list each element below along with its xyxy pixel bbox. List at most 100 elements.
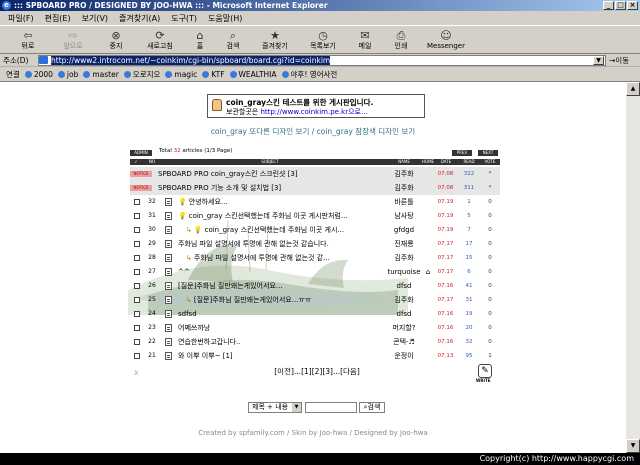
- stop-button[interactable]: ⊗ 중지: [96, 26, 136, 53]
- row-checkbox[interactable]: [134, 269, 140, 275]
- row-subject[interactable]: SPBOARD PRO coin_gray스킨 스크린샷 [3]: [158, 167, 380, 181]
- home-button[interactable]: ⌂ 홈: [184, 26, 216, 53]
- next-button[interactable]: NEXT: [478, 150, 498, 156]
- table-row[interactable]: 25 ↳ [질문]주화님 질만왜는게있어서요...ㅠㅠ 김주화 07.17 31 0: [130, 293, 500, 307]
- row-checkbox[interactable]: [134, 213, 140, 219]
- row-subject[interactable]: SPBOARD PRO 기능 소개 및 설치법 [3]: [158, 181, 380, 195]
- print-button[interactable]: ⎙ 인쇄: [384, 26, 418, 53]
- pager-page-2[interactable]: [2]: [312, 367, 323, 376]
- row-checkbox[interactable]: [134, 283, 140, 289]
- go-button[interactable]: →이동: [609, 55, 629, 66]
- row-subject[interactable]: 💡 안녕하세요...: [178, 195, 380, 209]
- row-author[interactable]: 김주화: [380, 251, 428, 265]
- row-subject[interactable]: ↳ [질문]주화님 질만왜는게있어서요...ㅠㅠ: [186, 293, 380, 307]
- row-author[interactable]: turquoise: [380, 265, 428, 279]
- row-author[interactable]: gfdgd: [380, 223, 428, 237]
- row-author[interactable]: 운정이: [380, 349, 428, 363]
- row-checkbox[interactable]: [134, 241, 140, 247]
- pager-page-3[interactable]: [3]: [322, 367, 333, 376]
- pager-next[interactable]: ...[다음]: [333, 367, 360, 376]
- menu-item[interactable]: 파일(F): [8, 13, 34, 24]
- row-checkbox[interactable]: [134, 199, 140, 205]
- row-subject[interactable]: 💡 coin_gray 스킨선택했는데 주화님 이곳 게시판처럼...: [178, 209, 380, 223]
- table-row[interactable]: NOTICE SPBOARD PRO coin_gray스킨 스크린샷 [3] 김주…: [130, 167, 500, 181]
- link-item[interactable]: 2000: [24, 70, 53, 79]
- close-button[interactable]: ×: [627, 1, 638, 10]
- admin-button[interactable]: ADMIN: [130, 150, 152, 156]
- row-checkbox[interactable]: [134, 325, 140, 331]
- row-checkbox[interactable]: [134, 311, 140, 317]
- link-item[interactable]: KTF: [202, 70, 225, 79]
- refresh-button[interactable]: ⟳ 새로고침: [136, 26, 184, 53]
- address-dropdown-button[interactable]: ▼: [593, 56, 604, 65]
- menu-item[interactable]: 도구(T): [171, 13, 197, 24]
- table-row[interactable]: NOTICE SPBOARD PRO 기능 소개 및 설치법 [3] 김주화 07.0…: [130, 181, 500, 195]
- forward-arrow-button[interactable]: ⇨ 앞으로: [50, 26, 96, 53]
- link-item[interactable]: 오로지오: [123, 69, 160, 80]
- minimize-button[interactable]: _: [603, 1, 614, 10]
- back-arrow-button[interactable]: ⇦ 뒤로: [6, 26, 50, 53]
- write-label[interactable]: WRITE: [476, 378, 490, 383]
- link-item[interactable]: master: [83, 70, 119, 79]
- row-author[interactable]: 진재룡: [380, 237, 428, 251]
- row-author[interactable]: dfsd: [380, 307, 428, 321]
- table-row[interactable]: 21 와 이뿌 이뿌~ [1] 운정이 07.13 95 1: [130, 349, 500, 363]
- vertical-scrollbar[interactable]: ▲ ▼: [626, 82, 640, 453]
- menu-item[interactable]: 도움말(H): [208, 13, 242, 24]
- prev-button[interactable]: PREV: [452, 150, 472, 156]
- row-subject[interactable]: ^^: [178, 265, 380, 279]
- row-subject[interactable]: ↳ 주화님 파일 설명서에 투명에 관해 없는것 같...: [186, 251, 380, 265]
- search-button[interactable]: ⌕검색: [216, 26, 250, 53]
- search-input[interactable]: [305, 402, 357, 413]
- table-row[interactable]: 24 sdfsd dfsd 07.16 19 0: [130, 307, 500, 321]
- table-row[interactable]: 29 주화님 파일 설명서에 투명에 관해 없는것 같습니다. 진재룡 07.17 17…: [130, 237, 500, 251]
- row-author[interactable]: 김주화: [380, 167, 428, 181]
- row-author[interactable]: 김주화: [380, 181, 428, 195]
- menu-item[interactable]: 보기(V): [82, 13, 108, 24]
- row-author[interactable]: 남사탕: [380, 209, 428, 223]
- row-author[interactable]: 콘텍-♬: [380, 335, 428, 349]
- row-subject[interactable]: [질문]주화님 질만왜는게있어서요...: [178, 279, 380, 293]
- row-checkbox[interactable]: [134, 255, 140, 261]
- row-subject[interactable]: ↳ 💡 coin_gray 스킨선택했는데 주화님 이곳 게시...: [186, 223, 380, 237]
- scroll-up-button[interactable]: ▲: [626, 82, 640, 96]
- table-row[interactable]: 28 ↳ 주화님 파일 설명서에 투명에 관해 없는것 같... 김주화 07.17 15…: [130, 251, 500, 265]
- row-author[interactable]: 머지할?: [380, 321, 428, 335]
- pager-page-1[interactable]: [1]: [301, 367, 312, 376]
- link-item[interactable]: job: [57, 70, 78, 79]
- table-row[interactable]: 27 ^^ turquoise ⌂ 07.17 6 0: [130, 265, 500, 279]
- row-subject[interactable]: sdfsd: [178, 307, 380, 321]
- search-button[interactable]: ⌕검색: [359, 402, 385, 413]
- row-checkbox[interactable]: [134, 339, 140, 345]
- link-item[interactable]: WEALTHIA: [229, 70, 277, 79]
- row-author[interactable]: dfsd: [380, 279, 428, 293]
- home-icon[interactable]: ⌂: [423, 265, 433, 279]
- search-field-select[interactable]: 제목 + 내용 ▼: [248, 402, 302, 413]
- row-checkbox[interactable]: [134, 227, 140, 233]
- scroll-down-button[interactable]: ▼: [626, 439, 640, 453]
- row-author[interactable]: 김주화: [380, 293, 428, 307]
- row-checkbox[interactable]: [134, 353, 140, 359]
- notice-link[interactable]: http://www.coinkim.pe.kr으로...: [260, 108, 367, 116]
- menu-item[interactable]: 즐겨찾기(A): [119, 13, 160, 24]
- write-icon[interactable]: ✎: [478, 364, 492, 378]
- pager-prev[interactable]: [이전]...: [274, 367, 301, 376]
- messenger-button[interactable]: ☺ Messenger: [418, 26, 474, 53]
- table-row[interactable]: 23 어쩨쓰까낭 머지할? 07.16 20 0: [130, 321, 500, 335]
- row-subject[interactable]: 어쩨쓰까낭: [178, 321, 380, 335]
- design-links[interactable]: coin_gray 또다른 디자인 보기 / coin_gray 잠장색 디자인…: [0, 126, 626, 137]
- maximize-button[interactable]: □: [615, 1, 626, 10]
- favorites-button[interactable]: ★ 즐겨찾기: [250, 26, 300, 53]
- row-subject[interactable]: 주화님 파일 설명서에 투명에 관해 없는것 같습니다.: [178, 237, 380, 251]
- link-item[interactable]: 야후! 영어사전: [281, 69, 337, 80]
- table-row[interactable]: 26 [질문]주화님 질만왜는게있어서요... dfsd 07.16 41 0: [130, 279, 500, 293]
- row-subject[interactable]: 와 이뿌 이뿌~ [1]: [178, 349, 380, 363]
- link-item[interactable]: magic: [165, 70, 197, 79]
- row-author[interactable]: 바른틀: [380, 195, 428, 209]
- mail-button[interactable]: ✉ 메일: [346, 26, 384, 53]
- table-row[interactable]: 31 💡 coin_gray 스킨선택했는데 주화님 이곳 게시판처럼... 남사탕 0…: [130, 209, 500, 223]
- row-subject[interactable]: 연습한번하고갑니다..: [178, 335, 380, 349]
- menu-item[interactable]: 편집(E): [45, 13, 71, 24]
- row-checkbox[interactable]: [134, 297, 140, 303]
- table-row[interactable]: 30 ↳ 💡 coin_gray 스킨선택했는데 주화님 이곳 게시... gfdgd 0…: [130, 223, 500, 237]
